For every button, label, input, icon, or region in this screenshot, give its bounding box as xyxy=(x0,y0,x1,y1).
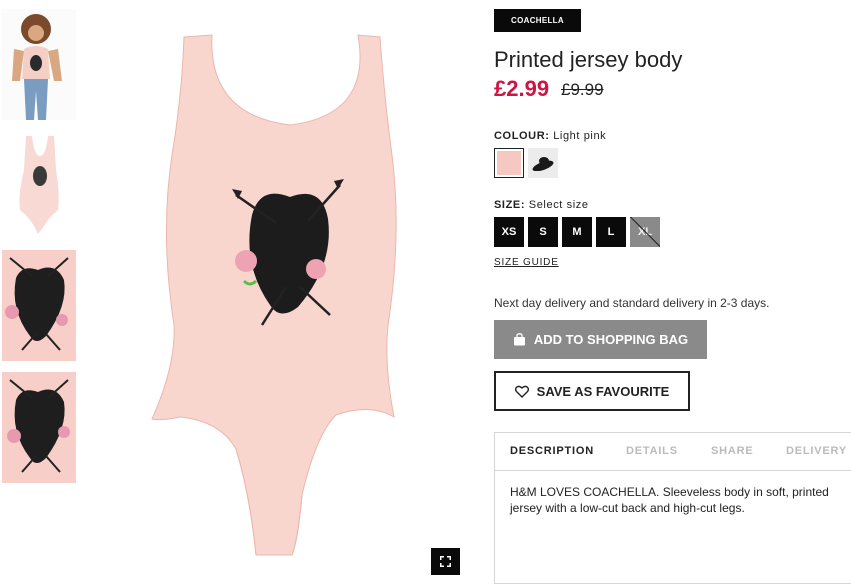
print-detail-photo xyxy=(2,250,76,361)
size-button-s[interactable]: S xyxy=(528,217,558,247)
size-value: Select size xyxy=(528,199,589,211)
delivery-note: Next day delivery and standard delivery … xyxy=(494,296,770,310)
size-button-xl-unavailable[interactable]: XL xyxy=(630,217,660,247)
thumbnail-print-detail-1[interactable] xyxy=(2,250,76,361)
add-to-bag-label: ADD TO SHOPPING BAG xyxy=(533,332,689,347)
size-button-xs[interactable]: XS xyxy=(494,217,524,247)
hat-icon xyxy=(532,157,554,171)
tab-bar: DESCRIPTION DETAILS SHARE DELIVERY xyxy=(495,433,851,471)
model-photo xyxy=(2,9,76,120)
thumbnail-product[interactable] xyxy=(2,130,76,241)
save-favourite-button[interactable]: SAVE AS FAVOURITE xyxy=(494,371,690,411)
original-price: £9.99 xyxy=(561,80,604,99)
colour-label: COLOUR: xyxy=(494,130,550,142)
thumbnail-model[interactable] xyxy=(2,9,76,120)
size-label-row: SIZE: Select size xyxy=(494,199,589,211)
unavailable-slash xyxy=(630,217,660,247)
tab-delivery[interactable]: DELIVERY xyxy=(786,445,847,457)
size-button-m[interactable]: M xyxy=(562,217,592,247)
description-text: H&M LOVES COACHELLA. Sleeveless body in … xyxy=(510,485,829,515)
colour-label-row: COLOUR: Light pink xyxy=(494,130,606,142)
swatch-fill xyxy=(497,151,521,175)
add-to-bag-button[interactable]: ADD TO SHOPPING BAG xyxy=(494,320,707,359)
sale-price: £2.99 xyxy=(494,76,550,101)
collection-badge[interactable]: COACHELLA xyxy=(494,9,581,32)
product-info-tabs: DESCRIPTION DETAILS SHARE DELIVERY H&M L… xyxy=(494,432,851,584)
tab-description[interactable]: DESCRIPTION xyxy=(510,445,594,457)
heart-outline-icon xyxy=(514,385,529,398)
colour-value: Light pink xyxy=(553,130,607,142)
product-photo xyxy=(2,130,76,241)
print-detail-photo xyxy=(2,372,76,483)
size-guide-link[interactable]: SIZE GUIDE xyxy=(494,257,559,268)
thumbnail-print-detail-2[interactable] xyxy=(2,372,76,483)
size-button-l[interactable]: L xyxy=(596,217,626,247)
tab-details[interactable]: DETAILS xyxy=(626,445,678,457)
swatch-light-pink[interactable] xyxy=(494,148,524,178)
swatch-hat-print[interactable] xyxy=(528,148,558,178)
product-title: Printed jersey body xyxy=(494,47,683,72)
save-favourite-label: SAVE AS FAVOURITE xyxy=(536,383,670,399)
tab-share[interactable]: SHARE xyxy=(711,445,754,457)
shopping-bag-icon xyxy=(513,333,525,346)
expand-image-button[interactable] xyxy=(431,548,460,575)
expand-icon xyxy=(440,556,451,567)
size-label: SIZE: xyxy=(494,199,526,211)
main-product-image xyxy=(140,25,440,570)
